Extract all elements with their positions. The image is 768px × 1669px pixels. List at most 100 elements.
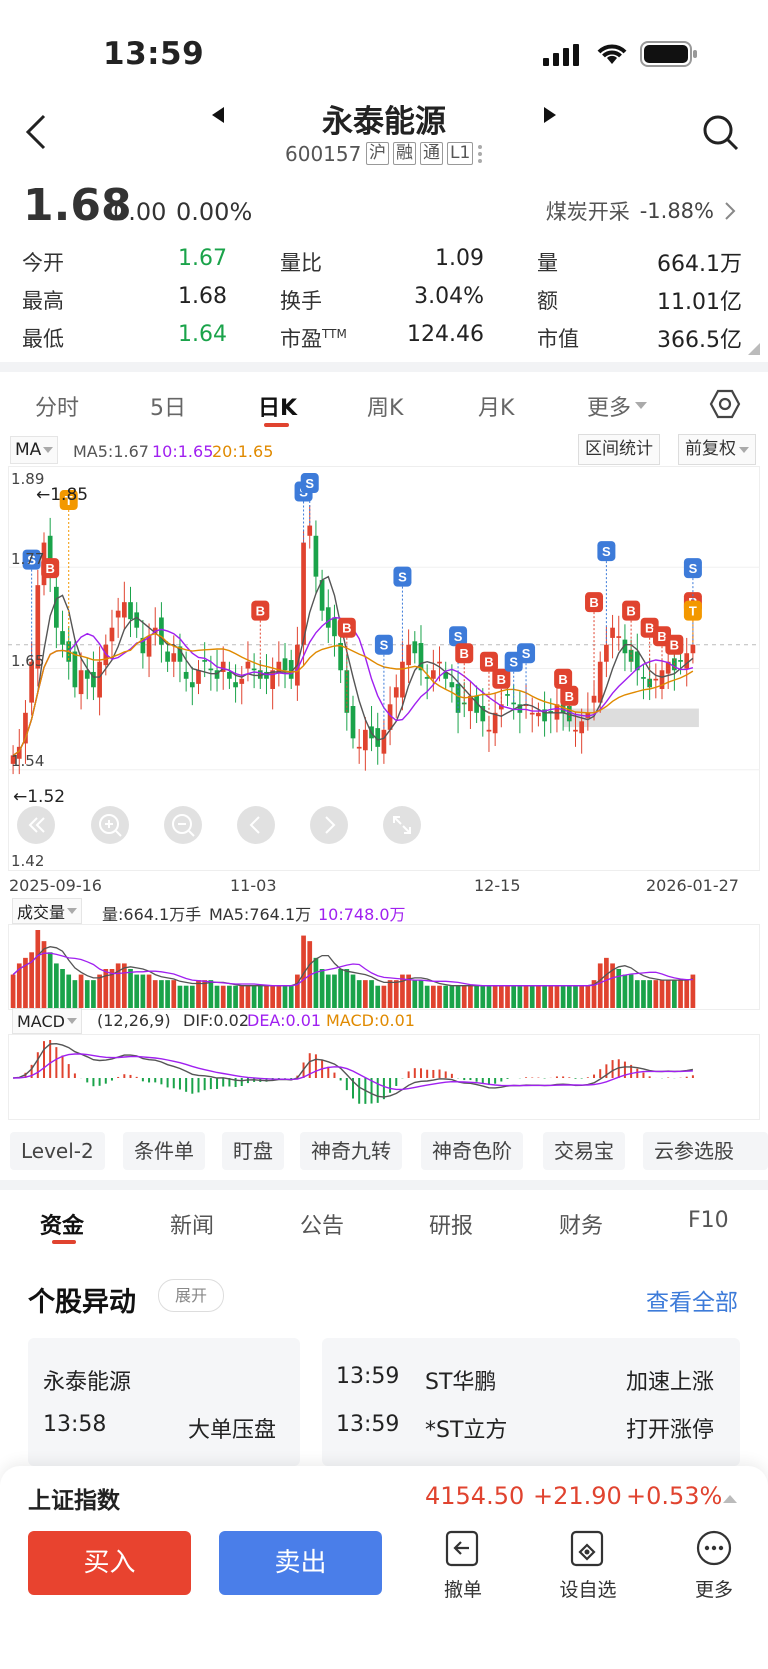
volume-bar (369, 980, 374, 1008)
tab-more[interactable]: 更多 (587, 390, 648, 422)
tab-monthly-k[interactable]: 月K (478, 390, 514, 422)
candle-body (610, 627, 615, 638)
chip-watch[interactable]: 盯盘 (222, 1132, 284, 1170)
volume-bar (84, 980, 90, 1008)
volume-bar (653, 980, 659, 1008)
volume-bar (548, 985, 554, 1008)
tab-research[interactable]: 研报 (429, 1208, 473, 1240)
volume-bar (474, 985, 479, 1008)
tab-announcements[interactable]: 公告 (300, 1208, 344, 1240)
volume-bar (78, 974, 84, 1008)
chip-level2[interactable]: Level-2 (10, 1132, 105, 1170)
marker-text: B (484, 655, 493, 670)
buy-button[interactable]: 买入 (28, 1531, 191, 1595)
tab-f10[interactable]: F10 (688, 1208, 729, 1233)
tab-intraday[interactable]: 分时 (35, 390, 79, 422)
volume-bar (560, 985, 566, 1008)
more-dots-icon[interactable] (478, 144, 482, 164)
movement-event: 大单压盘 (188, 1418, 277, 1443)
volume-selector[interactable]: 成交量 (12, 898, 83, 924)
marker-text: B (670, 638, 679, 653)
chip-cloud-picker[interactable]: 云参选股 (643, 1132, 768, 1170)
tab-financials[interactable]: 财务 (559, 1208, 603, 1240)
adjust-selector[interactable]: 前复权 (678, 434, 756, 465)
movement-card-market[interactable] (322, 1338, 740, 1466)
tab-daily-k[interactable]: 日K (258, 390, 297, 422)
scroll-right-icon[interactable] (310, 806, 348, 844)
chevron-up-icon[interactable] (723, 1489, 737, 1508)
volume-bar (97, 974, 102, 1008)
marker-text: S (398, 570, 407, 585)
stat-value: 3.04% (414, 284, 484, 309)
volume-bar (91, 980, 96, 1008)
macd-frame (8, 1034, 760, 1120)
volume-ma5: MA5:764.1万 (209, 905, 312, 924)
index-name[interactable]: 上证指数 (28, 1481, 120, 1515)
chip-magic-color[interactable]: 神奇色阶 (421, 1132, 523, 1170)
volume-bar (566, 985, 572, 1008)
candle-body (282, 658, 288, 671)
tab-funds[interactable]: 资金 (40, 1208, 84, 1240)
expand-corner-icon[interactable] (748, 340, 760, 359)
add-watchlist-icon[interactable] (568, 1529, 608, 1569)
chevron-down-icon (739, 446, 749, 453)
next-stock-icon[interactable] (543, 106, 557, 128)
index-change: +21.90 (533, 1482, 622, 1510)
rewind-icon[interactable] (17, 806, 55, 844)
volume-bar (295, 974, 300, 1008)
chip-conditional-order[interactable]: 条件单 (123, 1132, 205, 1170)
stat-label: 换手 (280, 289, 322, 313)
range-stats-button[interactable]: 区间统计 (578, 434, 660, 465)
movement-card-self[interactable] (28, 1338, 300, 1466)
date-tick: 11-03 (230, 876, 277, 895)
tag-sh: 沪 (366, 142, 389, 165)
volume-bar (165, 980, 170, 1008)
marker-text: S (509, 655, 518, 670)
more-icon[interactable] (695, 1529, 735, 1569)
fullscreen-icon[interactable] (383, 806, 421, 844)
volume-bar (542, 985, 547, 1008)
scroll-left-icon[interactable] (237, 806, 275, 844)
tab-5day[interactable]: 5日 (150, 390, 186, 422)
stat-label: 最低 (22, 327, 64, 351)
search-icon[interactable] (702, 114, 740, 156)
volume-bar (202, 980, 208, 1008)
see-all-link[interactable]: 查看全部 (646, 1283, 738, 1317)
marker-text: S (380, 638, 389, 653)
y-tick: 1.65 (11, 652, 45, 670)
candle-body (208, 668, 214, 671)
candle-body (529, 712, 535, 715)
stat-label-pe: 市盈TTM (280, 327, 347, 351)
cancel-order-icon[interactable] (443, 1529, 483, 1569)
ma-selector[interactable]: MA (10, 436, 59, 464)
volume-bar (288, 985, 294, 1008)
chip-magic-nine[interactable]: 神奇九转 (300, 1132, 402, 1170)
chip-trade-treasure[interactable]: 交易宝 (543, 1132, 625, 1170)
candle-body (196, 670, 201, 684)
candle-body (307, 525, 313, 536)
marker-text: S (689, 561, 698, 576)
sector-link[interactable]: 煤炭开采 -1.88% (546, 196, 736, 226)
add-watchlist-label[interactable]: 设自选 (548, 1575, 628, 1602)
cancel-order-label[interactable]: 撤单 (423, 1575, 503, 1602)
candle-body (109, 627, 115, 642)
volume-bar (418, 980, 424, 1008)
date-tick: 12-15 (474, 876, 521, 895)
volume-ma10: 10:748.0万 (318, 905, 406, 924)
volume-bar (665, 980, 671, 1008)
tab-news[interactable]: 新闻 (170, 1208, 214, 1240)
sector-name: 煤炭开采 (545, 200, 630, 224)
sell-button[interactable]: 卖出 (219, 1531, 382, 1595)
zoom-in-icon[interactable] (91, 806, 129, 844)
movement-event: 打开涨停 (626, 1418, 715, 1443)
settings-icon[interactable] (709, 388, 741, 424)
tab-weekly-k[interactable]: 周K (367, 390, 403, 422)
candle-body (678, 660, 683, 662)
stock-name: 永泰能源 (322, 104, 446, 140)
stat-value: 1.68 (178, 284, 227, 309)
expand-button[interactable]: 展开 (158, 1279, 224, 1312)
adjust-label: 前复权 (685, 439, 736, 459)
zoom-out-icon[interactable] (164, 806, 202, 844)
more-label[interactable]: 更多 (674, 1575, 754, 1602)
macd-selector[interactable]: MACD (12, 1008, 82, 1034)
